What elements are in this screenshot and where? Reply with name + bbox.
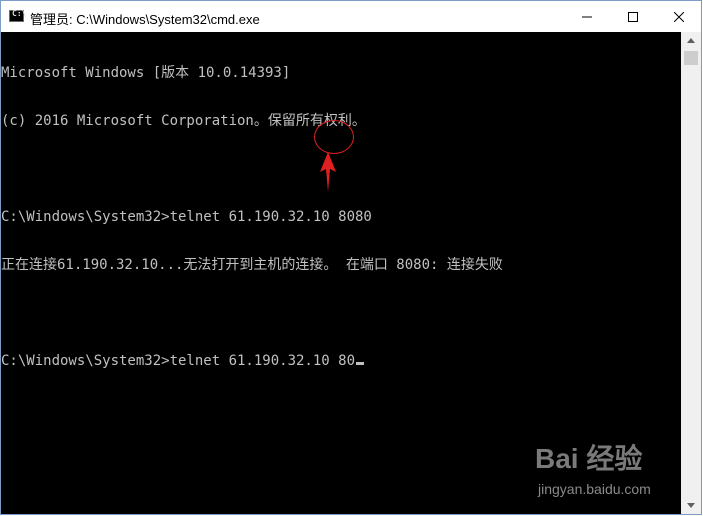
maximize-button[interactable] (610, 1, 656, 32)
console-line: C:\Windows\System32>telnet 61.190.32.10 … (1, 209, 372, 225)
window-title: 管理员: C:\Windows\System32\cmd.exe (30, 12, 260, 27)
maximize-icon (628, 11, 638, 22)
scroll-down-icon (687, 503, 695, 508)
minimize-button[interactable] (564, 1, 610, 32)
watermark-url: jingyan.baidu.com (538, 481, 651, 497)
baidu-jingyan-watermark: Bai 经验 jingyan.baidu.com (535, 437, 675, 497)
scrollbar-thumb[interactable] (684, 51, 698, 65)
close-button[interactable] (656, 1, 701, 32)
annotation-circle (314, 120, 354, 154)
minimize-icon (582, 16, 592, 17)
watermark-logo: Bai 经验 (535, 443, 643, 474)
console-current-command: C:\Windows\System32>telnet 61.190.32.10 … (1, 353, 356, 369)
console-output: Microsoft Windows [版本 10.0.14393] (c) 20… (1, 33, 503, 401)
vertical-scrollbar[interactable] (681, 32, 701, 514)
cmd-app-icon[interactable]: C:\ (9, 9, 26, 22)
console-line: 正在连接61.190.32.10...无法打开到主机的连接。 在端口 8080:… (1, 257, 503, 273)
scroll-up-button[interactable] (681, 32, 701, 49)
scroll-up-icon (687, 38, 695, 43)
annotation-arrow-icon (320, 152, 336, 192)
scroll-down-button[interactable] (681, 497, 701, 514)
text-cursor (356, 362, 365, 365)
title-bar[interactable]: C:\ 管理员: C:\Windows\System32\cmd.exe (1, 1, 701, 32)
close-icon (674, 11, 684, 22)
console-input-line[interactable]: C:\Windows\System32>telnet 61.190.32.10 … (1, 353, 503, 369)
console-line: Microsoft Windows [版本 10.0.14393] (1, 65, 291, 81)
console-line: (c) 2016 Microsoft Corporation。保留所有权利。 (1, 113, 366, 129)
